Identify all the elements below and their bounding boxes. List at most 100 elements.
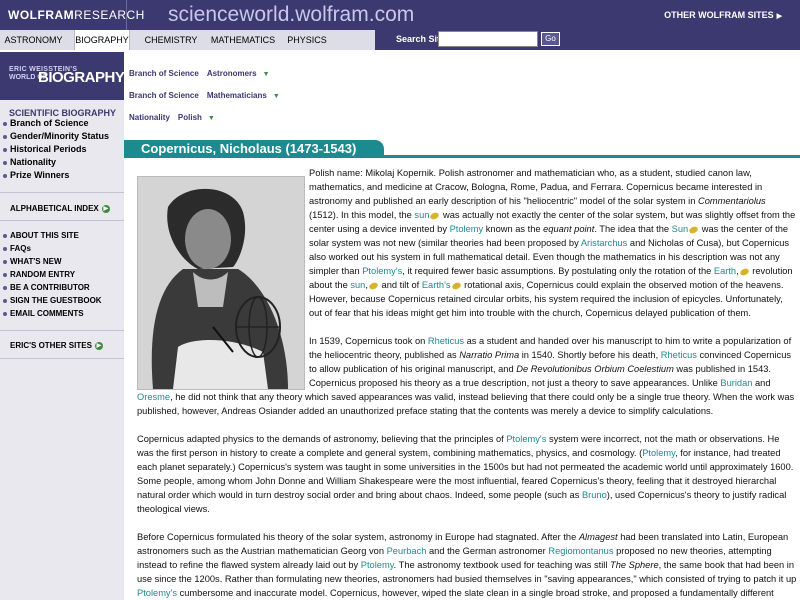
world-of-biography-logo[interactable]: ERIC WEISSTEIN'S WORLD OF BIOGRAPHY [0,52,125,100]
breadcrumb-polish: Nationality Polish ▼ [129,113,221,122]
brand-light: RESEARCH [74,8,145,22]
bullet-icon [3,298,7,303]
tab-mathematics[interactable]: MATHEMATICS [208,30,278,50]
link-sun[interactable]: Sun [672,224,689,234]
article-paragraph: Copernicus adapted physics to the demand… [137,434,794,514]
sidebar-link-label: BE A CONTRIBUTOR [10,283,90,292]
sun-icon[interactable] [429,210,441,221]
breadcrumb-value[interactable]: Polish [178,113,202,122]
link-rheticus[interactable]: Rheticus [661,350,697,360]
breadcrumb-value[interactable]: Astronomers [207,69,257,78]
dropdown-triangle-icon[interactable]: ▼ [263,71,270,78]
link-ptolemys[interactable]: Ptolemy's [506,434,546,444]
bullet-icon [3,272,7,277]
logo-big: BIOGRAPHY [38,69,125,86]
tab-astronomy[interactable]: ASTRONOMY [0,30,67,50]
bullet-icon [3,173,7,178]
erics-other-sites-link[interactable]: ERIC'S OTHER SITES ▶ [10,341,103,350]
alphabetical-index-link[interactable]: ALPHABETICAL INDEX ▶ [10,204,110,213]
sidebar-link-label: ABOUT THIS SITE [10,231,79,240]
other-sites-label: OTHER WOLFRAM SITES [664,10,774,20]
arrow-right-icon: ▶ [776,13,782,20]
bullet-icon [3,311,7,316]
article-body: Polish name: Mikolaj Kopernik. Polish as… [137,166,797,600]
other-sites-label: ERIC'S OTHER SITES [10,341,92,350]
search-input[interactable] [438,31,538,47]
link-oresme[interactable]: Oresme [137,392,170,402]
link-earth[interactable]: Earth [714,266,736,276]
bullet-icon [3,160,7,165]
breadcrumb-label[interactable]: Branch of Science [129,69,199,78]
dropdown-triangle-icon[interactable]: ▼ [208,115,215,122]
bullet-icon [3,147,7,152]
bullet-icon [3,246,7,251]
sidebar-item-label: Historical Periods [10,144,87,154]
link-sun[interactable]: sun [350,280,365,290]
sidebar-link-label: SIGN THE GUESTBOOK [10,296,102,305]
sidebar-divider [0,192,124,193]
sidebar-link-label: RANDOM ENTRY [10,270,76,279]
breadcrumb-value[interactable]: Mathematicians [207,91,267,100]
sidebar-item-nationality[interactable]: Nationality [3,156,56,169]
sidebar-item-branch-of-science[interactable]: Branch of Science [3,117,89,130]
link-earths[interactable]: Earth's [422,280,451,290]
go-arrow-icon: ▶ [94,341,103,350]
link-aristarchus[interactable]: Aristarchus [581,238,628,248]
sidebar-link-about[interactable]: ABOUT THIS SITE [3,229,79,242]
other-wolfram-sites-link[interactable]: OTHER WOLFRAM SITES ▶ [664,10,782,20]
breadcrumb-label[interactable]: Nationality [129,113,170,122]
link-ptolemy[interactable]: Ptolemy [361,560,394,570]
sidebar-divider [0,220,124,221]
article-title: Copernicus, Nicholaus (1473-1543) [141,141,357,156]
dropdown-triangle-icon[interactable]: ▼ [273,93,280,100]
link-ptolemy[interactable]: Ptolemy [642,448,675,458]
sidebar-link-contributor[interactable]: BE A CONTRIBUTOR [3,281,90,294]
earth-icon[interactable] [450,280,462,291]
sidebar-link-label: FAQs [10,244,31,253]
alpha-index-label: ALPHABETICAL INDEX [10,204,99,213]
sidebar-item-label: Nationality [10,157,57,167]
sidebar-item-label: Branch of Science [10,118,89,128]
bullet-icon [3,285,7,290]
sidebar-link-guestbook[interactable]: SIGN THE GUESTBOOK [3,294,102,307]
sidebar-link-email[interactable]: EMAIL COMMENTS [3,307,84,320]
bullet-icon [3,134,7,139]
sidebar-link-random-entry[interactable]: RANDOM ENTRY [3,268,75,281]
sun-icon[interactable] [688,224,700,235]
sidebar-item-historical-periods[interactable]: Historical Periods [3,143,87,156]
bullet-icon [3,259,7,264]
link-ptolemy[interactable]: Ptolemy [450,224,484,234]
breadcrumb-mathematicians: Branch of Science Mathematicians ▼ [129,91,286,100]
sidebar-link-faqs[interactable]: FAQs [3,242,31,255]
sidebar-divider [0,358,124,359]
link-ptolemys[interactable]: Ptolemy's [137,588,177,598]
wolfram-logo[interactable]: WOLFRAMRESEARCH [8,8,145,22]
link-rheticus[interactable]: Rheticus [428,336,464,346]
breadcrumb-astronomers: Branch of Science Astronomers ▼ [129,69,276,78]
link-buridan[interactable]: Buridan [720,378,752,388]
tab-chemistry[interactable]: CHEMISTRY [140,30,202,50]
sidebar-item-label: Gender/Minority Status [10,131,110,141]
sidebar-item-label: Prize Winners [10,170,70,180]
sidebar-link-label: WHAT'S NEW [10,257,62,266]
tab-biography[interactable]: BIOGRAPHY [74,30,130,50]
search-go-button[interactable]: Go [541,32,560,46]
sun-icon[interactable] [368,280,379,291]
article-paragraph: Before Copernicus formulated his theory … [137,532,797,598]
bullet-icon [3,121,7,126]
sidebar-link-label: EMAIL COMMENTS [10,309,84,318]
sidebar-item-prize-winners[interactable]: Prize Winners [3,169,69,182]
link-peurbach[interactable]: Peurbach [387,546,427,556]
site-title[interactable]: scienceworld.wolfram.com [168,3,414,27]
link-sun[interactable]: sun [414,210,429,220]
go-arrow-icon: ▶ [101,204,110,213]
logo-divider [126,0,127,30]
link-bruno[interactable]: Bruno [582,490,607,500]
tab-physics[interactable]: PHYSICS [285,30,329,50]
earth-icon[interactable] [738,266,750,277]
sidebar-link-whats-new[interactable]: WHAT'S NEW [3,255,62,268]
link-regiomontanus[interactable]: Regiomontanus [548,546,613,556]
link-ptolemys[interactable]: Ptolemy's [362,266,402,276]
breadcrumb-label[interactable]: Branch of Science [129,91,199,100]
sidebar-item-gender-minority[interactable]: Gender/Minority Status [3,130,109,143]
